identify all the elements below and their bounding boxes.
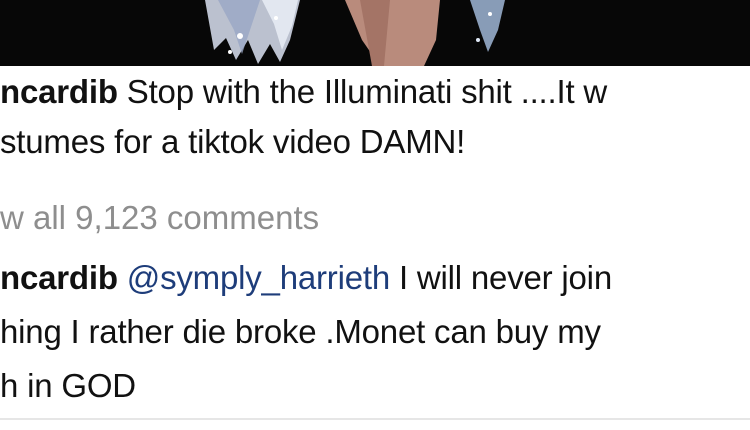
comment-line-1: ncardib @symply_harrieth I will never jo… (0, 258, 612, 298)
view-all-comments-link[interactable]: w all 9,123 comments (0, 198, 319, 238)
post-photo[interactable] (0, 0, 750, 66)
comment-line-3: h in GOD (0, 366, 136, 406)
caption-text-1: Stop with the Illuminati shit ....It w (117, 73, 608, 110)
caption-line-2: stumes for a tiktok video DAMN! (0, 122, 465, 162)
photo-image (0, 0, 750, 66)
caption-text-2: stumes for a tiktok video DAMN! (0, 123, 466, 160)
comment-text-3: h in GOD (0, 367, 136, 404)
caption-username[interactable]: ncardib (0, 73, 118, 110)
divider (0, 418, 750, 420)
comment-mention[interactable]: @symply_harrieth (127, 259, 390, 296)
comment-text-2: hing I rather die broke .Monet can buy m… (0, 313, 601, 350)
comment-line-2: hing I rather die broke .Monet can buy m… (0, 312, 601, 352)
comment-text-1: I will never join (389, 259, 612, 296)
comment-username[interactable]: ncardib (0, 259, 118, 296)
caption-line-1: ncardib Stop with the Illuminati shit ..… (0, 72, 607, 112)
